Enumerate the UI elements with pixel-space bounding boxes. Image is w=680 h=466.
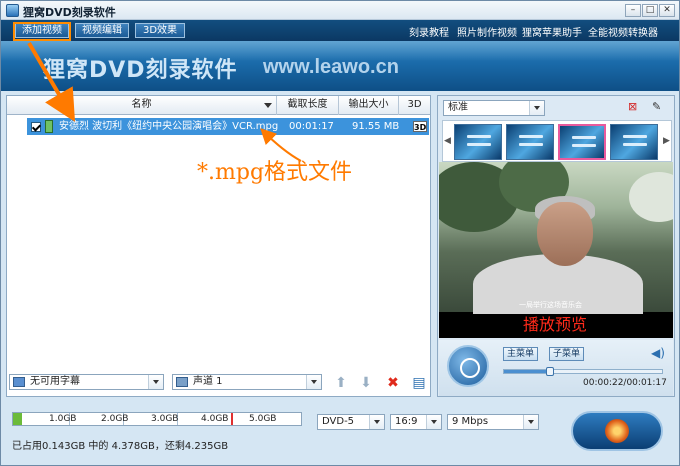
app-window: 狸窝DVD刻录软件 – □ ✕ 添加视频 视频编辑 3D效果 刻录教程 照片制作… xyxy=(0,0,680,466)
annotation-arrows xyxy=(27,41,302,162)
arrow-to-filename xyxy=(260,128,302,162)
arrow-to-file xyxy=(27,41,76,122)
